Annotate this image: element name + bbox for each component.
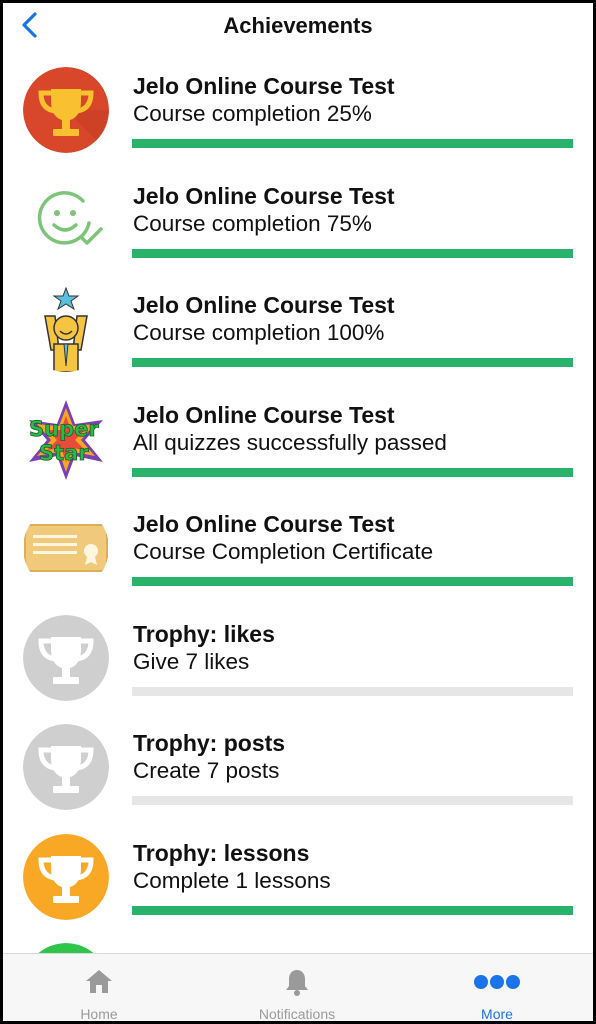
tab-notifications-label: Notifications [258, 1006, 336, 1021]
progress-bar [132, 358, 573, 367]
achievement-subtitle: Create 7 posts [133, 758, 280, 783]
progress-bar [132, 686, 573, 696]
progress-bar [132, 905, 573, 915]
achievements-list: Jelo Online Course Test Course completio… [3, 63, 593, 1021]
nav-header: Achievements [3, 3, 593, 47]
achievement-item[interactable]: Super Star Jelo Online Course Test All q… [3, 392, 593, 502]
achievement-title: Jelo Online Course Test [133, 182, 395, 209]
app-frame: Achievements Jelo Online Course Test Cou… [3, 3, 593, 1021]
tab-notifications[interactable]: Notifications [227, 954, 367, 1021]
trophy-icon [23, 67, 109, 153]
progress-fill [132, 358, 573, 367]
achievement-item[interactable]: Trophy: lessons Complete 1 lessons [3, 830, 593, 940]
bell-icon [286, 970, 308, 996]
trophy-icon [23, 724, 109, 810]
progress-bar [132, 796, 573, 805]
trophy-icon [23, 833, 109, 920]
achievement-title: Jelo Online Course Test [133, 401, 395, 428]
progress-bar [132, 577, 573, 586]
progress-bar [132, 139, 573, 148]
achievement-subtitle: Course Completion Certificate [133, 539, 434, 564]
achievement-title: Trophy: posts [133, 730, 286, 756]
progress-fill [132, 905, 573, 915]
achievement-subtitle: Complete 1 lessons [133, 867, 331, 893]
achievement-item[interactable]: Trophy: likes Give 7 likes [3, 611, 593, 721]
svg-text:Star: Star [39, 441, 89, 465]
achievement-subtitle: Course completion 100% [133, 320, 385, 345]
achievement-title: Jelo Online Course Test [133, 73, 395, 99]
achievement-subtitle: All quizzes successfully passed [133, 429, 447, 455]
achievement-subtitle: Course completion 25% [133, 101, 372, 126]
superstar-icon: Super Star [23, 395, 109, 482]
achievement-item[interactable]: Jelo Online Course Test Course completio… [3, 282, 593, 392]
progress-fill [132, 467, 573, 477]
achievement-title: Trophy: likes [133, 620, 275, 647]
progress-fill [132, 139, 573, 148]
achievement-subtitle: Give 7 likes [133, 648, 250, 674]
tab-bar: Home Notifications More [3, 953, 593, 1021]
trophy-icon [23, 614, 109, 701]
progress-bar [132, 467, 573, 477]
tab-more-label: More [481, 1006, 513, 1021]
certificate-icon [23, 505, 109, 591]
tab-home[interactable]: Home [29, 954, 169, 1021]
achievement-subtitle: Course completion 75% [133, 210, 372, 236]
progress-fill [132, 577, 573, 586]
page-title: Achievements [223, 13, 373, 38]
achievement-item[interactable]: Jelo Online Course Test Course completio… [3, 63, 593, 173]
achievement-title: Trophy: lessons [133, 839, 310, 866]
progress-fill [132, 248, 573, 258]
more-dots-icon [474, 975, 520, 989]
tab-more[interactable]: More [427, 954, 567, 1021]
achievement-item[interactable]: Jelo Online Course Test Course completio… [3, 173, 593, 283]
achievement-item[interactable]: Jelo Online Course Test Course Completio… [3, 501, 593, 611]
svg-text:Super: Super [29, 417, 99, 441]
achievement-item[interactable]: Trophy: posts Create 7 posts [3, 720, 593, 830]
progress-bar [132, 248, 573, 258]
star-person-icon [23, 286, 109, 372]
tab-home-label: Home [80, 1006, 118, 1021]
smiley-check-icon [23, 176, 109, 263]
achievement-title: Jelo Online Course Test [133, 511, 395, 537]
home-icon [86, 970, 112, 993]
achievement-title: Jelo Online Course Test [133, 292, 395, 318]
